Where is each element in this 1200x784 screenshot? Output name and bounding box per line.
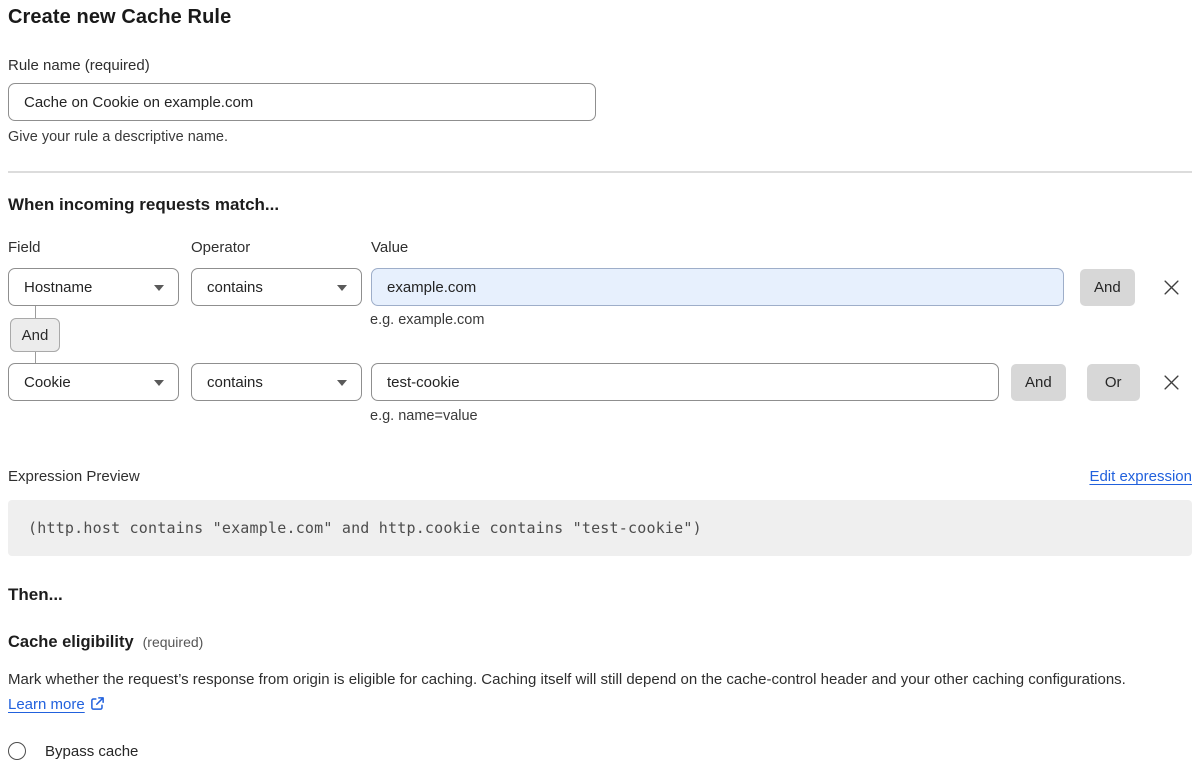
field-select-value: Hostname xyxy=(24,279,92,296)
operator-select[interactable]: contains xyxy=(191,268,362,306)
value-column-label: Value xyxy=(371,239,408,256)
operator-select[interactable]: contains xyxy=(191,363,362,401)
description-text: Mark whether the request’s response from… xyxy=(8,671,1126,688)
field-select-value: Cookie xyxy=(24,374,71,391)
close-icon xyxy=(1163,374,1180,391)
radio-option-label: Bypass cache xyxy=(45,743,138,760)
value-hint: e.g. example.com xyxy=(370,312,484,328)
condition-connector-zone: And e.g. example.com xyxy=(8,306,1192,363)
value-hint: e.g. name=value xyxy=(370,408,1192,424)
remove-condition-button[interactable] xyxy=(1158,274,1184,300)
rule-name-helper: Give your rule a descriptive name. xyxy=(8,129,1192,145)
condition-row: Hostname contains And xyxy=(8,268,1192,306)
expression-code: (http.host contains "example.com" and ht… xyxy=(8,500,1192,556)
cache-eligibility-heading: Cache eligibility xyxy=(8,633,134,652)
field-select[interactable]: Hostname xyxy=(8,268,179,306)
connector-line xyxy=(35,306,36,318)
then-heading: Then... xyxy=(8,585,1192,605)
cache-eligibility-heading-row: Cache eligibility (required) xyxy=(8,633,1192,652)
rule-name-input[interactable] xyxy=(8,83,596,121)
expression-preview-label: Expression Preview xyxy=(8,468,140,485)
add-and-condition-button[interactable]: And xyxy=(1011,364,1066,401)
create-cache-rule-page: Create new Cache Rule Rule name (require… xyxy=(0,0,1200,784)
chevron-down-icon xyxy=(337,285,347,291)
close-icon xyxy=(1163,279,1180,296)
operator-select-value: contains xyxy=(207,279,263,296)
radio-icon[interactable] xyxy=(8,742,26,760)
match-heading: When incoming requests match... xyxy=(8,195,1192,215)
remove-condition-button[interactable] xyxy=(1158,369,1184,395)
condition-row: Cookie contains And Or xyxy=(8,363,1192,401)
connector-line xyxy=(35,352,36,363)
page-title: Create new Cache Rule xyxy=(8,6,1192,29)
operator-column-label: Operator xyxy=(191,239,371,256)
chevron-down-icon xyxy=(337,380,347,386)
field-column-label: Field xyxy=(8,239,191,256)
required-note: (required) xyxy=(143,634,204,650)
section-divider xyxy=(8,171,1192,173)
chevron-down-icon xyxy=(154,380,164,386)
value-input[interactable] xyxy=(371,363,999,401)
rule-name-label: Rule name (required) xyxy=(8,57,1192,74)
expression-header: Expression Preview Edit expression xyxy=(8,468,1192,485)
add-and-condition-button[interactable]: And xyxy=(1080,269,1135,306)
edit-expression-link[interactable]: Edit expression xyxy=(1089,468,1192,485)
chevron-down-icon xyxy=(154,285,164,291)
connector-and-button[interactable]: And xyxy=(10,318,60,352)
radio-option-bypass-cache[interactable]: Bypass cache xyxy=(8,742,1192,760)
learn-more-link[interactable]: Learn more xyxy=(8,696,85,713)
add-or-condition-button[interactable]: Or xyxy=(1087,364,1140,401)
condition-column-labels: Field Operator Value xyxy=(8,239,1192,256)
external-link-icon xyxy=(90,696,105,711)
operator-select-value: contains xyxy=(207,374,263,391)
cache-eligibility-description: Mark whether the request’s response from… xyxy=(8,667,1163,717)
field-select[interactable]: Cookie xyxy=(8,363,179,401)
value-input[interactable] xyxy=(371,268,1064,306)
